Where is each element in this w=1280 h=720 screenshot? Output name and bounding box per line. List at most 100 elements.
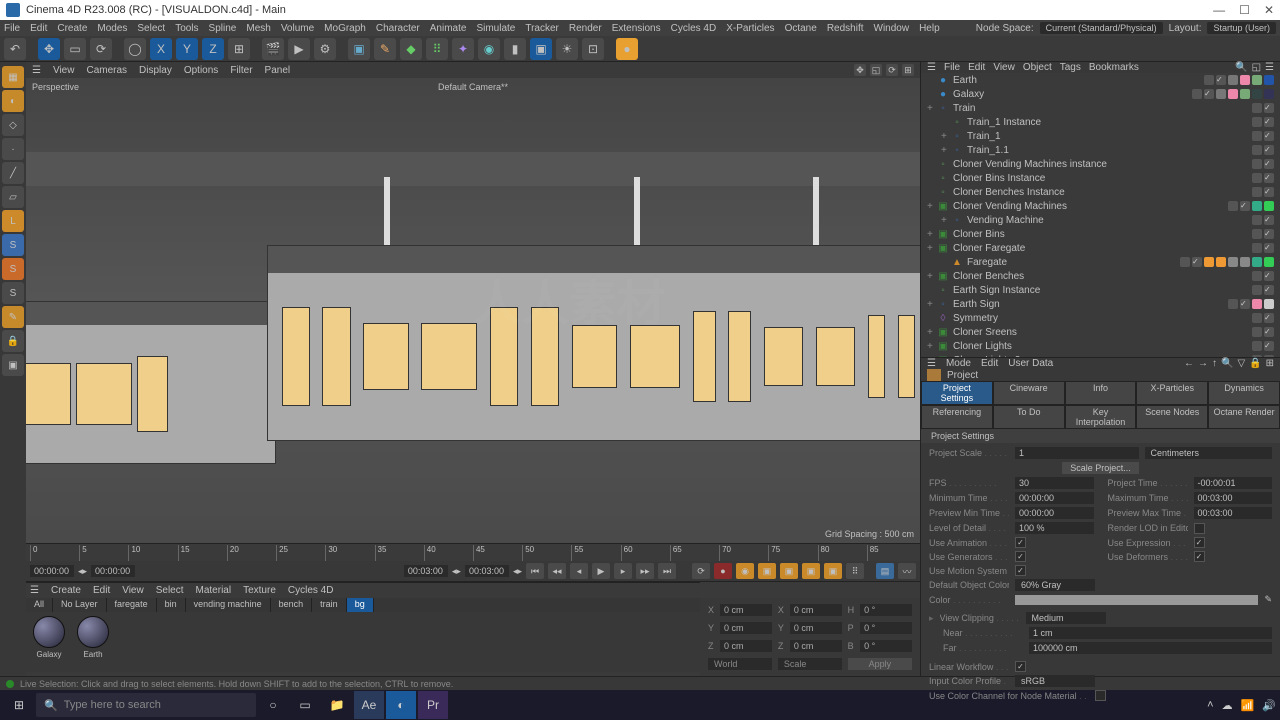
- object-name[interactable]: Vending Machine: [967, 215, 1252, 226]
- render-vis-icon[interactable]: ✓: [1264, 313, 1274, 323]
- object-row[interactable]: +◦Train✓: [921, 101, 1280, 115]
- axis-y-icon[interactable]: Y: [176, 38, 198, 60]
- clapboard-icon[interactable]: 🎬: [262, 38, 284, 60]
- object-tag[interactable]: [1228, 257, 1238, 267]
- menu-animate[interactable]: Animate: [430, 23, 467, 34]
- object-tag[interactable]: [1252, 299, 1262, 309]
- object-row[interactable]: +◦Train_1.1✓: [921, 143, 1280, 157]
- object-name[interactable]: Earth: [953, 75, 1204, 86]
- defcolor-select[interactable]: 60% Gray: [1015, 579, 1095, 591]
- tray-wifi-icon[interactable]: 📶: [1241, 699, 1255, 712]
- vpmenu-options[interactable]: Options: [184, 65, 218, 76]
- field-icon[interactable]: ◉: [478, 38, 500, 60]
- object-name[interactable]: Cloner Vending Machines instance: [953, 159, 1252, 170]
- object-name[interactable]: Symmetry: [953, 313, 1252, 324]
- tab-octane-render[interactable]: Octane Render: [1208, 405, 1280, 429]
- vp-burger-icon[interactable]: ☰: [32, 65, 41, 76]
- taskbar-ae-icon[interactable]: Ae: [354, 691, 384, 719]
- min-time-field[interactable]: 00:00:00: [1015, 492, 1094, 504]
- object-tag[interactable]: [1252, 201, 1262, 211]
- object-row[interactable]: ◦Cloner Bins Instance✓: [921, 171, 1280, 185]
- render-vis-icon[interactable]: ✓: [1264, 173, 1274, 183]
- render-vis-icon[interactable]: ✓: [1264, 229, 1274, 239]
- loop-button[interactable]: ⟳: [692, 563, 710, 579]
- useexpr-checkbox[interactable]: ✓: [1194, 537, 1205, 548]
- objmenu-bookmarks[interactable]: Bookmarks: [1089, 62, 1139, 73]
- expand-icon[interactable]: +: [927, 327, 937, 338]
- coord-p[interactable]: 0 °: [860, 622, 912, 634]
- expand-icon[interactable]: +: [927, 103, 937, 114]
- object-tag[interactable]: [1228, 75, 1238, 85]
- layout-select[interactable]: Startup (User): [1207, 22, 1276, 34]
- coord-system-icon[interactable]: ⊞: [228, 38, 250, 60]
- render-vis-icon[interactable]: ✓: [1264, 285, 1274, 295]
- render-vis-icon[interactable]: ✓: [1204, 89, 1214, 99]
- live-select-tool[interactable]: ◯: [124, 38, 146, 60]
- object-tag[interactable]: [1252, 89, 1262, 99]
- dope-button[interactable]: ▤: [876, 563, 894, 579]
- attr-new-icon[interactable]: ⊞: [1266, 358, 1274, 369]
- start-button[interactable]: ⊞: [4, 691, 34, 719]
- menu-tools[interactable]: Tools: [175, 23, 198, 34]
- project-scale-field[interactable]: 1: [1015, 447, 1139, 459]
- tab-key-interpolation[interactable]: Key Interpolation: [1065, 405, 1137, 429]
- tab-to-do[interactable]: To Do: [993, 405, 1065, 429]
- om-view-icon[interactable]: ◱: [1252, 62, 1261, 73]
- play-icon[interactable]: ▶: [288, 38, 310, 60]
- object-tag[interactable]: [1264, 299, 1274, 309]
- object-row[interactable]: ▲Faregate✓: [921, 255, 1280, 269]
- near-field[interactable]: 1 cm: [1029, 627, 1272, 639]
- menu-x-particles[interactable]: X-Particles: [726, 23, 774, 34]
- visibility-icon[interactable]: [1252, 117, 1262, 127]
- object-name[interactable]: Earth Sign: [953, 299, 1228, 310]
- rotate-tool[interactable]: ⟳: [90, 38, 112, 60]
- object-name[interactable]: Earth Sign Instance: [953, 285, 1252, 296]
- undo-icon[interactable]: ↶: [4, 38, 26, 60]
- max-time-field[interactable]: 00:03:00: [1194, 492, 1273, 504]
- object-tag[interactable]: [1240, 75, 1250, 85]
- tab-scene-nodes[interactable]: Scene Nodes: [1136, 405, 1208, 429]
- attr-back-icon[interactable]: ←: [1184, 358, 1194, 369]
- object-tag[interactable]: [1240, 257, 1250, 267]
- attr-burger-icon[interactable]: ☰: [927, 358, 936, 369]
- snap2-icon[interactable]: S: [2, 258, 24, 280]
- visibility-icon[interactable]: [1252, 103, 1262, 113]
- edge-mode-icon[interactable]: ╱: [2, 162, 24, 184]
- visibility-icon[interactable]: [1252, 243, 1262, 253]
- attrmenu-edit[interactable]: Edit: [981, 358, 998, 369]
- matmenu-texture[interactable]: Texture: [243, 585, 276, 596]
- prev-frame-button[interactable]: ◂: [570, 563, 588, 579]
- tray-up-icon[interactable]: ˄: [1207, 699, 1213, 712]
- axis-z-icon[interactable]: Z: [202, 38, 224, 60]
- vpmenu-filter[interactable]: Filter: [230, 65, 252, 76]
- scene-icon[interactable]: ▮: [504, 38, 526, 60]
- project-scale-unit[interactable]: Centimeters: [1145, 447, 1273, 459]
- visibility-icon[interactable]: [1252, 173, 1262, 183]
- point-mode-icon[interactable]: ·: [2, 138, 24, 160]
- pen-icon[interactable]: ✎: [374, 38, 396, 60]
- cortana-icon[interactable]: ○: [258, 691, 288, 719]
- viewport-3d[interactable]: Perspective Default Camera** Grid Spacin…: [26, 78, 920, 543]
- mat-burger-icon[interactable]: ☰: [30, 585, 39, 596]
- usedef-checkbox[interactable]: ✓: [1194, 551, 1205, 562]
- visibility-icon[interactable]: [1252, 327, 1262, 337]
- attrmenu-user-data[interactable]: User Data: [1008, 358, 1053, 369]
- tab-project-settings[interactable]: Project Settings: [921, 381, 993, 405]
- move-tool[interactable]: ✥: [38, 38, 60, 60]
- autokey-button[interactable]: ◉: [736, 563, 754, 579]
- object-name[interactable]: Train_1.1: [967, 145, 1252, 156]
- object-tag[interactable]: [1240, 89, 1250, 99]
- key-scale-button[interactable]: ▣: [780, 563, 798, 579]
- menu-extensions[interactable]: Extensions: [612, 23, 661, 34]
- coord-x[interactable]: 0 cm: [720, 604, 772, 616]
- tab-x-particles[interactable]: X-Particles: [1136, 381, 1208, 405]
- key-pla-button[interactable]: ⠿: [846, 563, 864, 579]
- expand-icon[interactable]: +: [941, 145, 951, 156]
- om-menu-icon[interactable]: ☰: [1265, 62, 1274, 73]
- layer-no-layer[interactable]: No Layer: [53, 598, 107, 612]
- layer-bench[interactable]: bench: [271, 598, 313, 612]
- end-frame-field[interactable]: 00:03:00: [404, 565, 448, 577]
- record-button[interactable]: ●: [714, 563, 732, 579]
- material-galaxy[interactable]: Galaxy: [30, 616, 68, 659]
- menu-modes[interactable]: Modes: [97, 23, 127, 34]
